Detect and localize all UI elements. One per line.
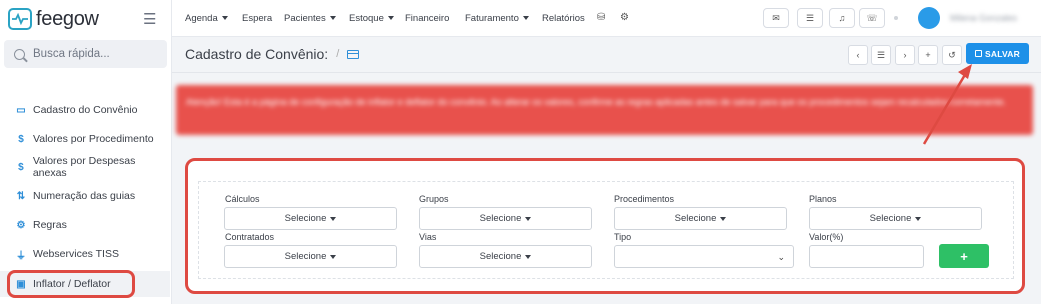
caret-down-icon <box>525 216 532 221</box>
sidebar-item-label: Valores por Despesas anexas <box>32 155 136 179</box>
dollar-icon: $ <box>18 161 24 173</box>
nav-relatorios[interactable]: Relatórios <box>542 13 585 24</box>
avatar[interactable] <box>918 7 940 29</box>
caret-down-icon <box>329 16 336 21</box>
nav-financeiro[interactable]: Financeiro <box>405 13 449 24</box>
logo-text: feegow <box>36 7 99 30</box>
list-button[interactable]: ☰ <box>871 45 891 65</box>
history-button[interactable]: ↺ <box>942 45 962 65</box>
planos-select[interactable]: Selecione <box>809 207 982 230</box>
nav-pacientes[interactable]: Pacientes <box>284 13 336 24</box>
sidebar-item-label: Cadastro do Convênio <box>33 104 138 116</box>
label-planos: Planos <box>809 194 837 204</box>
tipo-select[interactable]: ⌄ <box>614 245 794 268</box>
nav-espera[interactable]: Espera <box>242 13 272 24</box>
sidebar-item-label: Numeração das guias <box>33 190 136 202</box>
dollar-icon: $ <box>18 133 24 145</box>
highlight-annotation <box>7 270 135 298</box>
plug-icon: ⏚ <box>16 250 26 262</box>
sidebar-item-valores-procedimento[interactable]: $ Valores por Procedimento <box>0 126 170 152</box>
card-icon: ▭ <box>16 104 26 116</box>
alert-text: Atenção! Esta é a página de configuração… <box>186 97 1006 107</box>
sidebar-item-label: Valores por Procedimento <box>33 133 154 145</box>
search-icon <box>14 48 25 60</box>
sort-icon: ⇅ <box>16 190 26 202</box>
caret-down-icon <box>522 16 529 21</box>
user-name[interactable]: Milena Gonzales <box>950 13 1017 23</box>
save-button[interactable]: SALVAR <box>966 43 1029 64</box>
contratados-select[interactable]: Selecione <box>224 245 397 268</box>
label-calculos: Cálculos <box>225 194 260 204</box>
breadcrumb-separator: / <box>336 48 340 60</box>
logo[interactable]: feegow <box>8 7 99 31</box>
valor-input[interactable] <box>809 245 924 268</box>
search-input[interactable]: Busca rápida... <box>4 40 167 68</box>
card-icon <box>347 49 360 59</box>
inbox-icon[interactable]: ✉ <box>763 8 789 28</box>
database-icon[interactable]: ⛁ <box>597 12 605 23</box>
caret-down-icon <box>720 216 727 221</box>
nav-estoque[interactable]: Estoque <box>349 13 394 24</box>
divider <box>172 72 1041 73</box>
vias-select[interactable]: Selecione <box>419 245 592 268</box>
status-dot <box>894 16 898 20</box>
label-contratados: Contratados <box>225 232 275 242</box>
caret-down-icon <box>525 254 532 259</box>
sidebar-item-cadastro[interactable]: ▭ Cadastro do Convênio <box>0 97 170 123</box>
caret-down-icon <box>915 216 922 221</box>
caret-down-icon <box>330 216 337 221</box>
save-disk-icon <box>975 50 983 57</box>
bell-icon[interactable]: ♫ <box>829 8 855 28</box>
add-rule-button[interactable]: + <box>939 244 989 268</box>
sidebar-item-valores-despesas[interactable]: $ Valores por Despesas anexas <box>0 154 170 180</box>
sidebar-item-regras[interactable]: ⚙ Regras <box>0 212 170 238</box>
list-icon[interactable]: ☰ <box>797 8 823 28</box>
caret-down-icon <box>221 16 228 21</box>
next-button[interactable]: › <box>895 45 915 65</box>
add-button[interactable]: + <box>918 45 938 65</box>
procedimentos-select[interactable]: Selecione <box>614 207 787 230</box>
label-tipo: Tipo <box>614 232 632 242</box>
search-placeholder: Busca rápida... <box>33 48 110 60</box>
caret-down-icon <box>387 16 394 21</box>
calculos-select[interactable]: Selecione <box>224 207 397 230</box>
sidebar-item-label: Regras <box>33 219 67 231</box>
alert-banner: Atenção! Esta é a página de configuração… <box>176 85 1033 135</box>
hamburger-menu-icon[interactable]: ☰ <box>143 10 156 28</box>
topbar: Agenda Espera Pacientes Estoque Financei… <box>172 0 1041 37</box>
caret-down-icon <box>330 254 337 259</box>
gear-icon[interactable]: ⚙ <box>620 12 629 23</box>
chat-icon[interactable]: ☏ <box>859 8 885 28</box>
chevron-down-icon: ⌄ <box>777 252 785 262</box>
grupos-select[interactable]: Selecione <box>419 207 592 230</box>
sidebar-item-label: Webservices TISS <box>33 248 119 260</box>
logo-mark-icon <box>8 8 32 30</box>
label-procedimentos: Procedimentos <box>614 194 675 204</box>
label-valor: Valor(%) <box>809 232 844 242</box>
previous-button[interactable]: ‹ <box>848 45 868 65</box>
sidebar: feegow ☰ Busca rápida... ▭ Cadastro do C… <box>0 0 172 304</box>
nav-faturamento[interactable]: Faturamento <box>465 13 529 24</box>
page-title: Cadastro de Convênio: / <box>185 46 360 62</box>
label-vias: Vias <box>419 232 437 242</box>
nav-agenda[interactable]: Agenda <box>185 13 228 24</box>
sidebar-item-webservices[interactable]: ⏚ Webservices TISS <box>0 241 170 267</box>
sidebar-item-numeracao[interactable]: ⇅ Numeração das guias <box>0 183 170 209</box>
cogs-icon: ⚙ <box>16 219 26 231</box>
label-grupos: Grupos <box>419 194 449 204</box>
